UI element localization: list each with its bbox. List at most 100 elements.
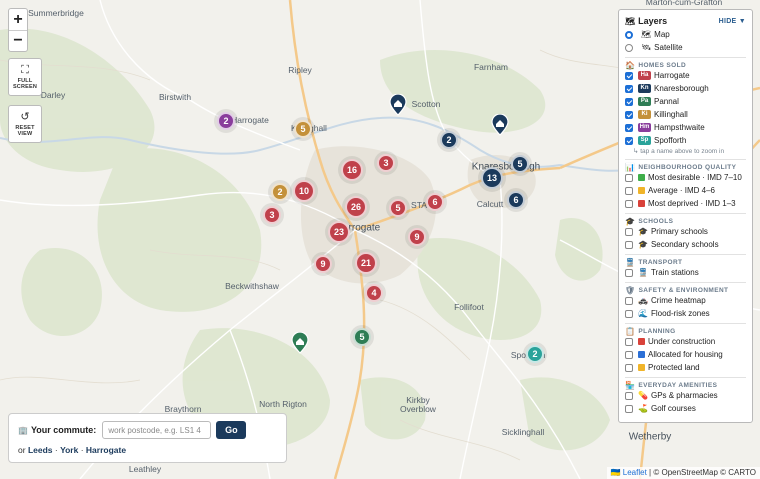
cluster-marker[interactable]: 5 bbox=[294, 120, 312, 138]
home-pin-icon[interactable] bbox=[491, 113, 509, 136]
homes-sold-checkbox[interactable] bbox=[625, 84, 633, 93]
color-swatch bbox=[638, 351, 645, 358]
planning-option[interactable]: Protected land bbox=[625, 361, 746, 374]
train-icon: 🚆 bbox=[625, 257, 636, 267]
cluster-marker[interactable]: 5 bbox=[389, 199, 407, 217]
planning-checkbox[interactable] bbox=[625, 363, 633, 372]
school-option[interactable]: 🎓 Secondary schools bbox=[625, 238, 746, 251]
homes-sold-option[interactable]: Ki Killinghall bbox=[625, 108, 746, 121]
leaflet-link[interactable]: Leaflet bbox=[623, 468, 647, 477]
section-homes-sold: 🏠 HOMES SOLD bbox=[625, 57, 746, 70]
cluster-marker[interactable]: 9 bbox=[314, 255, 332, 273]
cluster-marker[interactable]: 10 bbox=[293, 180, 315, 202]
reset-view-button[interactable]: ↺ RESET VIEW bbox=[8, 105, 42, 143]
color-swatch bbox=[638, 200, 645, 207]
commute-postcode-input[interactable]: work postcode, e.g. LS1 4 bbox=[102, 421, 212, 439]
neighbourhood-checkbox[interactable] bbox=[625, 199, 633, 208]
neighbourhood-option[interactable]: Average · IMD 4–6 bbox=[625, 184, 746, 197]
cluster-marker[interactable]: 6 bbox=[426, 193, 444, 211]
link-leeds[interactable]: Leeds bbox=[28, 445, 53, 455]
cluster-marker[interactable]: 2 bbox=[526, 345, 544, 363]
school-option[interactable]: 🎓 Primary schools bbox=[625, 225, 746, 238]
transport-checkbox[interactable] bbox=[625, 268, 633, 277]
cluster-marker[interactable]: 9 bbox=[408, 228, 426, 246]
reset-icon: ↺ bbox=[20, 110, 30, 123]
safety-option[interactable]: 🚓 Crime heatmap bbox=[625, 294, 746, 307]
homes-sold-checkbox[interactable] bbox=[625, 97, 633, 106]
amenity-checkbox[interactable] bbox=[625, 404, 633, 413]
amenity-option[interactable]: 💊 GPs & pharmacies bbox=[625, 389, 746, 402]
section-amenities: 🏪 EVERYDAY AMENITIES bbox=[625, 377, 746, 390]
cluster-marker[interactable]: 3 bbox=[263, 206, 281, 224]
planning-checkbox[interactable] bbox=[625, 350, 633, 359]
homes-sold-checkbox[interactable] bbox=[625, 110, 633, 119]
section-neighbourhood: 📊 NEIGHBOURHOOD QUALITY bbox=[625, 159, 746, 172]
homes-sold-label[interactable]: Pannal bbox=[654, 97, 679, 106]
school-checkbox[interactable] bbox=[625, 227, 633, 236]
place-label: Farnham bbox=[473, 62, 509, 72]
homes-sold-option[interactable]: Kn Knaresborough bbox=[625, 82, 746, 95]
cluster-marker[interactable]: 5 bbox=[511, 155, 529, 173]
amenity-option[interactable]: ⛳ Golf courses bbox=[625, 402, 746, 415]
cluster-marker[interactable]: 16 bbox=[341, 159, 363, 181]
homes-sold-label[interactable]: Knaresborough bbox=[654, 84, 709, 93]
cluster-marker[interactable]: 2 bbox=[217, 112, 235, 130]
cluster-marker[interactable]: 2 bbox=[440, 131, 458, 149]
home-pin-icon[interactable] bbox=[389, 93, 407, 116]
base-layer-option[interactable]: 🗺 Map bbox=[625, 28, 746, 41]
homes-sold-option[interactable]: Sp Spofforth bbox=[625, 134, 746, 147]
place-label: Scotton bbox=[411, 99, 441, 109]
homes-sold-label[interactable]: Killinghall bbox=[654, 110, 688, 119]
zoom-out-button[interactable]: − bbox=[9, 30, 27, 51]
home-pin-icon[interactable] bbox=[291, 331, 309, 354]
homes-sold-label[interactable]: Harrogate bbox=[654, 71, 690, 80]
transport-option[interactable]: 🚆 Train stations bbox=[625, 266, 746, 279]
base-layer-radio[interactable] bbox=[625, 43, 633, 52]
planning-option[interactable]: Under construction bbox=[625, 335, 746, 348]
hide-layers-button[interactable]: HIDE ▼ bbox=[719, 18, 746, 25]
amenity-icon: ⛳ bbox=[638, 404, 648, 413]
neighbourhood-option[interactable]: Most deprived · IMD 1–3 bbox=[625, 197, 746, 210]
map-icon: 🗺 bbox=[641, 30, 652, 39]
cluster-marker[interactable]: 4 bbox=[365, 284, 383, 302]
homes-sold-checkbox[interactable] bbox=[625, 123, 633, 132]
base-layer-radio[interactable] bbox=[625, 30, 633, 39]
base-layer-option[interactable]: 🛰 Satellite bbox=[625, 41, 746, 54]
planning-checkbox[interactable] bbox=[625, 337, 633, 346]
homes-sold-option[interactable]: Pa Pannal bbox=[625, 95, 746, 108]
cluster-marker[interactable]: 23 bbox=[328, 221, 350, 243]
commute-go-button[interactable]: Go bbox=[216, 421, 247, 439]
layers-panel: 🗺 Layers HIDE ▼ 🗺 Map 🛰 Satellite 🏠 HOMES SOL… bbox=[618, 9, 753, 423]
safety-checkbox[interactable] bbox=[625, 296, 633, 305]
shield-icon: 🛡 bbox=[625, 285, 636, 295]
cluster-marker[interactable]: 21 bbox=[355, 252, 377, 274]
satellite-icon: 🛰 bbox=[641, 43, 652, 52]
safety-checkbox[interactable] bbox=[625, 309, 633, 318]
zoom-in-button[interactable]: + bbox=[9, 9, 27, 30]
cluster-marker[interactable]: 5 bbox=[353, 328, 371, 346]
cluster-marker[interactable]: 2 bbox=[271, 183, 289, 201]
cluster-marker[interactable]: 26 bbox=[345, 196, 367, 218]
school-checkbox[interactable] bbox=[625, 240, 633, 249]
homes-sold-checkbox[interactable] bbox=[625, 71, 633, 80]
link-harrogate[interactable]: Harrogate bbox=[86, 445, 126, 455]
amenity-checkbox[interactable] bbox=[625, 391, 633, 400]
cluster-marker[interactable]: 6 bbox=[507, 191, 525, 209]
layers-title-text: Layers bbox=[638, 16, 668, 26]
link-york[interactable]: York bbox=[60, 445, 78, 455]
leaflet-flag-icon: 🇺🇦 bbox=[610, 468, 621, 477]
fullscreen-button[interactable]: ⛶ FULL SCREEN bbox=[8, 58, 42, 96]
cluster-marker[interactable]: 13 bbox=[481, 167, 503, 189]
homes-sold-label[interactable]: Hampsthwaite bbox=[654, 123, 705, 132]
homes-sold-option[interactable]: Ha Harrogate bbox=[625, 69, 746, 82]
homes-sold-label[interactable]: Spofforth bbox=[654, 136, 686, 145]
cluster-marker[interactable]: 3 bbox=[377, 154, 395, 172]
safety-option[interactable]: 🌊 Flood-risk zones bbox=[625, 307, 746, 320]
neighbourhood-option[interactable]: Most desirable · IMD 7–10 bbox=[625, 171, 746, 184]
homes-sold-checkbox[interactable] bbox=[625, 136, 633, 145]
homes-sold-option[interactable]: Hm Hampsthwaite bbox=[625, 121, 746, 134]
neighbourhood-checkbox[interactable] bbox=[625, 173, 633, 182]
planning-option[interactable]: Allocated for housing bbox=[625, 348, 746, 361]
place-label: Calcutt bbox=[476, 199, 504, 209]
neighbourhood-checkbox[interactable] bbox=[625, 186, 633, 195]
